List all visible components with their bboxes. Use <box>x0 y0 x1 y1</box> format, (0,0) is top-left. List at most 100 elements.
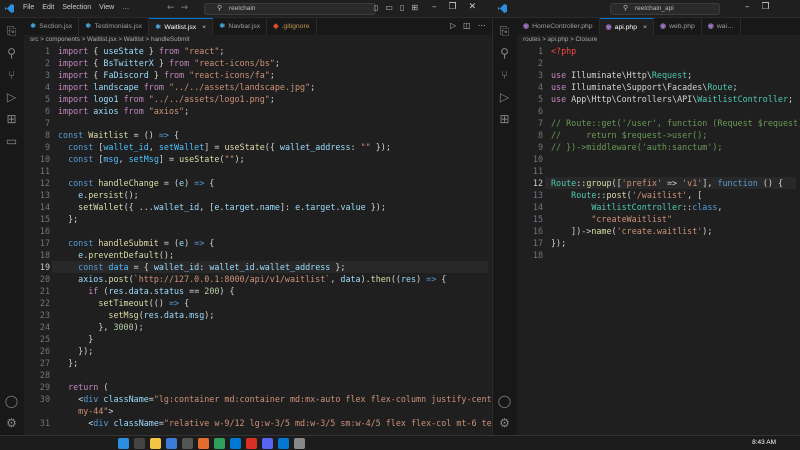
minimize-icon[interactable]: – <box>432 2 437 12</box>
settings-gear-icon[interactable]: ⚙ <box>4 416 19 431</box>
code-line[interactable]: 7 <box>24 117 492 129</box>
search-taskbar-icon[interactable] <box>134 438 145 449</box>
code-line[interactable]: 5 import logo1 from "../../assets/logo1.p… <box>24 93 492 105</box>
code-line[interactable]: 3 use Illuminate\Http\Request; <box>517 69 800 81</box>
more-actions-icon[interactable]: ⋯ <box>478 21 486 30</box>
vscode-taskbar-icon-2[interactable] <box>278 438 289 449</box>
code-line[interactable]: 21 if (res.data.status == 200) { <box>24 285 492 297</box>
code-line[interactable]: 16 ])->name('create.waitlist'); <box>517 225 800 237</box>
code-line[interactable]: 11 <box>24 165 492 177</box>
code-line[interactable]: 6 <box>517 105 800 117</box>
code-line[interactable]: 9 // })->middleware('auth:sanctum'); <box>517 141 800 153</box>
run-debug-icon[interactable]: ▷ <box>497 90 512 105</box>
account-icon[interactable]: ◯ <box>4 394 19 409</box>
code-line[interactable]: 15 }; <box>24 213 492 225</box>
extensions-icon[interactable]: ⊞ <box>4 112 19 127</box>
code-line[interactable]: 12 const handleChange = (e) => { <box>24 177 492 189</box>
run-icon[interactable]: ▷ <box>450 21 456 30</box>
app-icon-2[interactable] <box>198 438 209 449</box>
code-line[interactable]: 8 // return $request->user(); <box>517 129 800 141</box>
menu-view[interactable]: View <box>99 4 114 11</box>
code-line[interactable]: 20 axios.post(`http://127.0.0.1:8000/api… <box>24 273 492 285</box>
vscode-taskbar-icon[interactable] <box>230 438 241 449</box>
code-line[interactable]: 17}); <box>517 237 800 249</box>
app-icon[interactable] <box>182 438 193 449</box>
tab-navbar[interactable]: ⚛ Navbar.jsx <box>213 18 268 35</box>
explorer-icon[interactable]: ⎘ <box>497 24 512 39</box>
code-line[interactable]: 1 import { useState } from "react"; <box>24 45 492 57</box>
code-line[interactable]: 18 e.preventDefault(); <box>24 249 492 261</box>
code-line[interactable]: 11 <box>517 165 800 177</box>
code-line[interactable]: 14 setWallet({ ...wallet_id, [e.target.n… <box>24 201 492 213</box>
restore-icon[interactable]: ❐ <box>762 2 770 12</box>
remote-explorer-icon[interactable]: ▭ <box>4 134 19 149</box>
app-icon-3[interactable] <box>214 438 225 449</box>
tab-api[interactable]: ◉ api.php × <box>599 18 654 36</box>
code-line[interactable]: 28 <box>24 369 492 381</box>
tab-waitlist[interactable]: ⚛ Waitlist.jsx × <box>149 18 214 36</box>
source-control-icon[interactable]: ⑂ <box>497 68 512 83</box>
code-line[interactable]: my-44"> <box>24 405 492 417</box>
tab-gitignore[interactable]: ◆ .gitignore <box>267 18 317 35</box>
code-line[interactable]: 22 setTimeout(() => { <box>24 297 492 309</box>
code-line[interactable]: 30 <div className="lg:container md:conta… <box>24 393 502 405</box>
search-icon[interactable]: ⚲ <box>497 46 512 61</box>
app-icon-4[interactable] <box>294 438 305 449</box>
menu-more[interactable]: … <box>122 4 129 11</box>
code-line[interactable]: 3 import { FaDiscord } from "react-icons/… <box>24 69 492 81</box>
code-line[interactable]: 10 const [msg, setMsg] = useState(""); <box>24 153 492 165</box>
code-line[interactable]: 15 "createWaitlist" <box>517 213 800 225</box>
code-line[interactable]: 4 import landscape from "../../assets/lan… <box>24 81 492 93</box>
code-line[interactable]: 7 // Route::get('/user', function (Reques… <box>517 117 800 129</box>
customize-layout-icon[interactable]: ⊞ <box>411 3 418 12</box>
tab-web[interactable]: ◉ web.php <box>654 18 702 35</box>
close-icon[interactable]: ✕ <box>469 2 477 12</box>
code-line[interactable]: 14 WaitlistController::class, <box>517 201 800 213</box>
menu-file[interactable]: File <box>23 4 34 11</box>
account-icon[interactable]: ◯ <box>497 394 512 409</box>
toggle-panel-icon[interactable]: ▭ <box>385 3 393 12</box>
start-icon[interactable] <box>118 438 129 449</box>
tab-waitlist-controller[interactable]: ◉ wai… <box>702 18 741 35</box>
tab-section[interactable]: ⚛ Section.jsx <box>24 18 80 35</box>
code-line[interactable]: 9 const [wallet_id, setWallet] = useStat… <box>24 141 492 153</box>
code-line[interactable]: 2 import { BsTwitterX } from "react-icons… <box>24 57 492 69</box>
forward-arrow-icon[interactable]: → <box>181 3 195 13</box>
back-arrow-icon[interactable]: ← <box>167 3 181 13</box>
code-line[interactable]: 27 }; <box>24 357 492 369</box>
extensions-icon[interactable]: ⊞ <box>497 112 512 127</box>
tab-testimonials[interactable]: ⚛ Testimonials.jsx <box>79 18 150 35</box>
code-line[interactable]: 2 <box>517 57 800 69</box>
code-line[interactable]: 6 import axios from "axios"; <box>24 105 492 117</box>
minimize-icon[interactable]: – <box>745 2 750 12</box>
code-line[interactable]: 8 const Waitlist = () => { <box>24 129 492 141</box>
code-line[interactable]: 25 } <box>24 333 492 345</box>
code-line[interactable]: 18 <box>517 249 800 261</box>
code-line[interactable]: 1 <?php <box>517 45 800 57</box>
source-control-icon[interactable]: ⑂ <box>4 68 19 83</box>
code-line[interactable]: 13 e.persist(); <box>24 189 492 201</box>
toggle-sidebar-icon[interactable]: ▯ <box>374 3 378 12</box>
code-line[interactable]: 10 <box>517 153 800 165</box>
chrome-icon[interactable] <box>246 438 257 449</box>
code-line[interactable]: 31 <div className="relative w-9/12 lg:w-… <box>24 417 512 429</box>
split-editor-icon[interactable]: ◫ <box>463 21 471 30</box>
restore-icon[interactable]: ❐ <box>449 2 457 12</box>
code-line[interactable]: 24 }, 3000); <box>24 321 492 333</box>
settings-gear-icon[interactable]: ⚙ <box>497 416 512 431</box>
edge-icon[interactable] <box>166 438 177 449</box>
code-line[interactable]: 4 use Illuminate\Support\Facades\Route; <box>517 81 800 93</box>
code-line[interactable]: 17 const handleSubmit = (e) => { <box>24 237 492 249</box>
code-line[interactable]: 26 }); <box>24 345 492 357</box>
code-line[interactable]: 23 setMsg(res.data.msg); <box>24 309 492 321</box>
explorer-icon[interactable]: ⎘ <box>4 24 19 39</box>
file-explorer-icon[interactable] <box>150 438 161 449</box>
close-tab-icon[interactable]: × <box>202 19 206 36</box>
toggle-secondary-icon[interactable]: ▯ <box>400 3 404 12</box>
tab-homecontroller[interactable]: ◉ HomeController.php <box>517 18 600 35</box>
code-line[interactable]: 12 Route::group(['prefix' => 'v1'], funct… <box>517 177 800 189</box>
close-tab-icon[interactable]: × <box>643 19 647 36</box>
code-line[interactable]: 29 return ( <box>24 381 492 393</box>
code-line[interactable]: 13 Route::post('/waitlist', [ <box>517 189 800 201</box>
run-debug-icon[interactable]: ▷ <box>4 90 19 105</box>
